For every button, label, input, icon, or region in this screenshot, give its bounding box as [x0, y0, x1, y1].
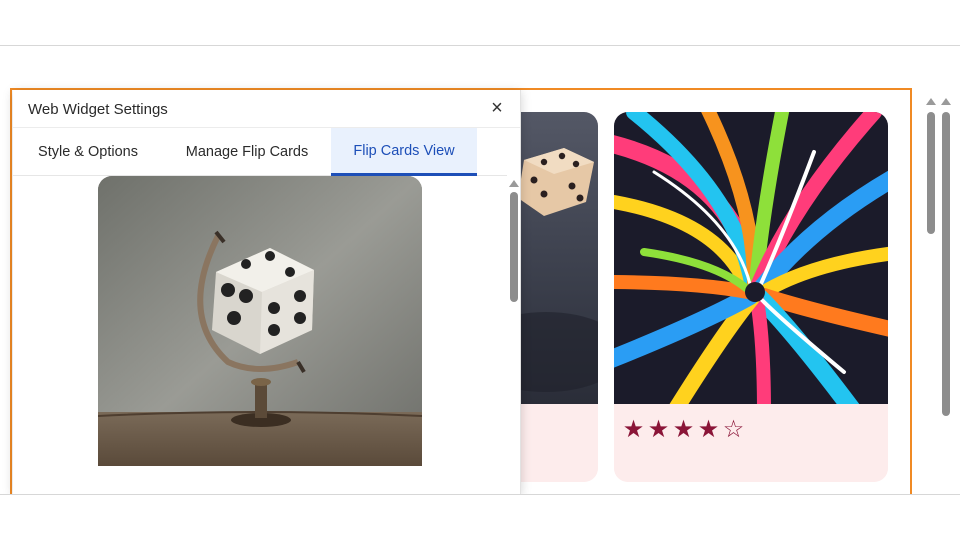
star-filled-icon[interactable]: ★: [647, 418, 670, 442]
swirl-art-image: [614, 112, 888, 404]
scroll-up-arrow-icon[interactable]: [509, 180, 519, 187]
close-icon[interactable]: ×: [486, 98, 508, 120]
scrollbar-thumb[interactable]: [942, 112, 950, 416]
star-filled-icon[interactable]: ★: [672, 418, 695, 442]
top-bar: [0, 0, 960, 46]
star-filled-icon[interactable]: ★: [622, 418, 645, 442]
flip-card-preview-image[interactable]: [98, 176, 422, 466]
page-viewport: ★ ★ ★ ★ ☆ Web Widget Settings × Style & Opti…: [0, 46, 960, 494]
tab-style-options[interactable]: Style & Options: [13, 128, 163, 176]
star-empty-icon[interactable]: ☆: [722, 418, 745, 442]
card-body: ★ ★ ★ ★ ☆: [614, 404, 888, 482]
page-scrollbar[interactable]: [922, 96, 958, 494]
scroll-up-arrow-icon[interactable]: [926, 98, 936, 105]
star-rating[interactable]: ★ ★ ★ ★ ☆: [622, 418, 745, 442]
web-widget-settings-dialog: Web Widget Settings × Style & Options Ma…: [13, 90, 521, 494]
dialog-scrollbar[interactable]: [507, 178, 520, 494]
dialog-header: Web Widget Settings ×: [13, 90, 520, 128]
bottom-area: [0, 494, 960, 540]
scrollbar-thumb[interactable]: [510, 192, 518, 302]
tab-manage-flip-cards[interactable]: Manage Flip Cards: [173, 128, 321, 176]
scrollbar-thumb[interactable]: [927, 112, 935, 234]
star-filled-icon[interactable]: ★: [697, 418, 720, 442]
dialog-title: Web Widget Settings: [28, 101, 168, 118]
scroll-up-arrow-icon[interactable]: [941, 98, 951, 105]
settings-tabs: Style & Options Manage Flip Cards Flip C…: [13, 128, 507, 176]
tab-flip-cards-view[interactable]: Flip Cards View: [331, 128, 477, 176]
flip-card-swirl[interactable]: ★ ★ ★ ★ ☆: [614, 112, 888, 482]
